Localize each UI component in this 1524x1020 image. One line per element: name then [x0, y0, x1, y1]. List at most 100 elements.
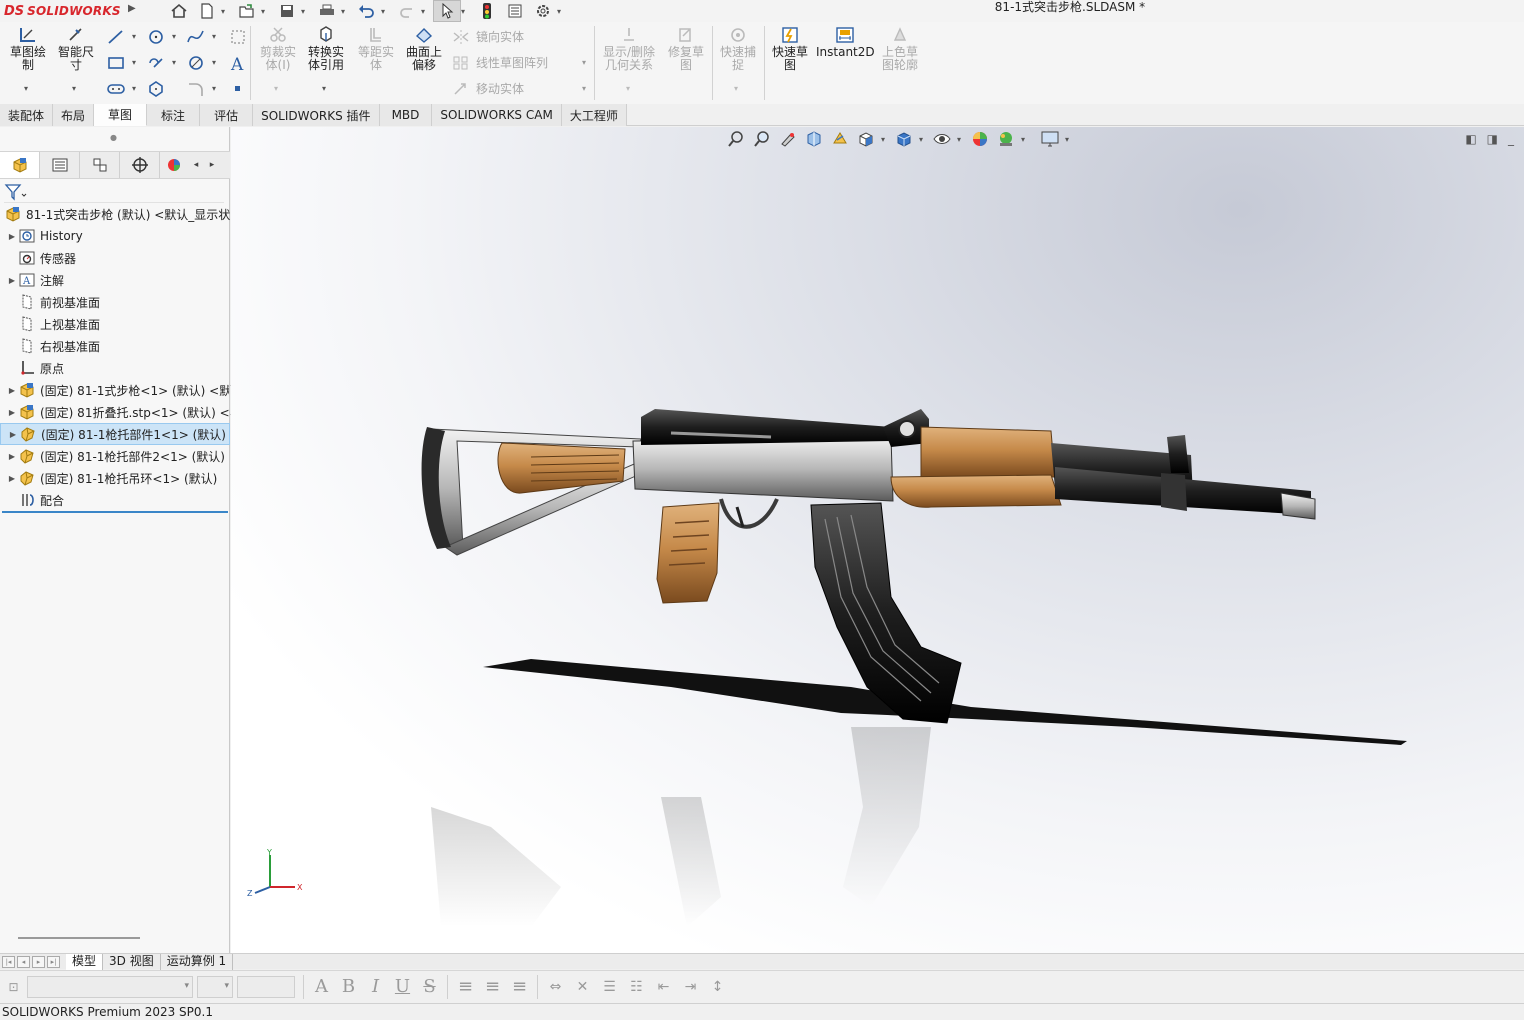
offset-on-surface-button[interactable]: 曲面上 偏移	[400, 26, 448, 72]
repair-sketch-button[interactable]: 修复草 图	[662, 26, 710, 72]
mirror-entities-button[interactable]: 镜向实体	[452, 28, 524, 45]
expand-arrow-icon[interactable]: ▶	[6, 474, 18, 483]
filter-icon[interactable]	[4, 183, 28, 201]
tab-3d-view[interactable]: 3D 视图	[103, 953, 161, 970]
slot-tool-icon[interactable]	[146, 54, 166, 72]
next-tab-icon[interactable]: ▸	[32, 955, 45, 968]
tab-big-engineer[interactable]: 大工程师	[561, 104, 627, 126]
instant2d-button[interactable]: Instant2D	[816, 26, 875, 59]
tab-markup[interactable]: 标注	[147, 104, 201, 126]
trim-entities-button[interactable]: 剪裁实 体(I)	[254, 26, 302, 72]
pattern-dropdown-icon[interactable]: ▾	[582, 58, 586, 67]
configuration-manager-tab-icon[interactable]	[80, 152, 120, 178]
convert-entities-button[interactable]: 转换实 体引用	[302, 26, 350, 72]
convert-dropdown-icon[interactable]: ▾	[322, 84, 326, 93]
strikethrough-icon[interactable]: S	[416, 975, 443, 999]
shaded-sketch-contours-button[interactable]: 上色草 图轮廓	[876, 26, 924, 72]
fit-text-icon[interactable]: ⇔	[542, 975, 569, 999]
line-spacing-icon[interactable]: ↕	[704, 975, 731, 999]
expand-arrow-icon[interactable]: ▶	[6, 408, 18, 417]
first-tab-icon[interactable]: |◂	[2, 955, 15, 968]
ellipse-dropdown-icon[interactable]: ▾	[212, 58, 216, 67]
tree-item[interactable]: 右视基准面	[0, 335, 230, 357]
reference-triad[interactable]: Y X Z	[245, 847, 305, 907]
tab-motion-study[interactable]: 运动算例 1	[161, 953, 234, 970]
text-style-icon[interactable]: ⊡	[0, 975, 27, 999]
italic-icon[interactable]: I	[362, 975, 389, 999]
trim-dropdown-icon[interactable]: ▾	[274, 84, 278, 93]
tab-mbd[interactable]: MBD	[379, 104, 433, 126]
tab-solidworks-addins[interactable]: SOLIDWORKS 插件	[253, 104, 380, 126]
spline-dropdown-icon[interactable]: ▾	[212, 32, 216, 41]
tree-item[interactable]: ▶ (固定) 81-1式步枪<1> (默认) <默	[0, 379, 230, 401]
move-entities-button[interactable]: 移动实体	[452, 80, 524, 97]
horizontal-scrollbar[interactable]	[18, 937, 140, 939]
expand-arrow-icon[interactable]: ▶	[6, 386, 18, 395]
tree-item[interactable]: 原点	[0, 357, 230, 379]
tree-item[interactable]: 前视基准面	[0, 291, 230, 313]
display-manager-tab-icon[interactable]	[160, 152, 188, 178]
snaps-dropdown-icon[interactable]: ▾	[734, 84, 738, 93]
symbol-library-icon[interactable]: ✕	[569, 975, 596, 999]
tabs-scroll-right-icon[interactable]: ▸	[204, 152, 220, 178]
tree-item[interactable]: ▶ (固定) 81折叠托.stp<1> (默认) <	[0, 401, 230, 423]
underline-icon[interactable]: U	[389, 975, 416, 999]
circle-dropdown-icon[interactable]: ▾	[172, 32, 176, 41]
point-tool-icon[interactable]	[228, 80, 248, 98]
tree-root-assembly[interactable]: 81-1式突击步枪 (默认) <默认_显示状	[0, 203, 230, 225]
line-height-field[interactable]	[237, 975, 295, 998]
fillet-tool-icon[interactable]	[186, 80, 206, 98]
expand-arrow-icon[interactable]: ▶	[6, 452, 18, 461]
feature-manager-tree-tab-icon[interactable]	[0, 152, 40, 178]
numbering-icon[interactable]: ☷	[623, 975, 650, 999]
tree-item[interactable]: ▶ History	[0, 225, 230, 247]
quick-snaps-button[interactable]: 快速捕 捉	[714, 26, 762, 72]
previous-tab-icon[interactable]: ◂	[17, 955, 30, 968]
sketch-button[interactable]: 草图绘 制	[4, 26, 52, 72]
line-tool-icon[interactable]	[106, 28, 126, 46]
smart-dimension-dropdown-icon[interactable]: ▾	[72, 84, 76, 93]
rapid-sketch-button[interactable]: 快速草 图	[766, 26, 814, 72]
tree-item[interactable]: ▶ (固定) 81-1枪托部件2<1> (默认)	[0, 445, 230, 467]
decrease-indent-icon[interactable]: ⇤	[650, 975, 677, 999]
tree-item[interactable]: 传感器	[0, 247, 230, 269]
tree-item[interactable]: ▶ A 注解	[0, 269, 230, 291]
tab-solidworks-cam[interactable]: SOLIDWORKS CAM	[432, 104, 562, 126]
rollback-bar[interactable]	[2, 511, 228, 513]
panel-collapse-handle-icon[interactable]: ●	[110, 133, 117, 142]
align-right-icon[interactable]: ≡	[506, 975, 533, 999]
rifle-3d-model[interactable]	[231, 127, 1524, 953]
construction-geometry-icon[interactable]	[228, 28, 248, 46]
rectangle-dropdown-icon[interactable]: ▾	[132, 58, 136, 67]
align-center-icon[interactable]: ≡	[479, 975, 506, 999]
font-family-select[interactable]: ▾	[27, 975, 193, 998]
tree-item[interactable]: ▶ (固定) 81-1枪托部件1<1> (默认)	[0, 423, 230, 445]
tree-item[interactable]: 配合	[0, 489, 230, 511]
tab-layout[interactable]: 布局	[53, 104, 95, 126]
increase-indent-icon[interactable]: ⇥	[677, 975, 704, 999]
tree-item[interactable]: ▶ (固定) 81-1枪托吊环<1> (默认)	[0, 467, 230, 489]
tab-assembly[interactable]: 装配体	[0, 104, 54, 126]
fillet-dropdown-icon[interactable]: ▾	[212, 84, 216, 93]
ellipse-tool-icon[interactable]	[186, 54, 206, 72]
relations-dropdown-icon[interactable]: ▾	[626, 84, 630, 93]
property-manager-tab-icon[interactable]	[40, 152, 80, 178]
font-color-icon[interactable]: A	[308, 975, 335, 999]
last-tab-icon[interactable]: ▸|	[47, 955, 60, 968]
linear-pattern-button[interactable]: 线性草图阵列	[452, 54, 548, 71]
tab-model[interactable]: 模型	[66, 953, 104, 970]
dimxpert-manager-tab-icon[interactable]	[120, 152, 160, 178]
polygon-tool-icon[interactable]	[146, 80, 166, 98]
rectangle-tool-icon[interactable]	[106, 54, 126, 72]
tabs-scroll-left-icon[interactable]: ◂	[188, 152, 204, 178]
expand-arrow-icon[interactable]: ▶	[7, 430, 19, 439]
graphics-area[interactable]: ▾ ▾ ▾ ▾ ▾ ◧ ◨ _ Y X Z	[231, 127, 1524, 953]
bullets-icon[interactable]: ☰	[596, 975, 623, 999]
sketch-dropdown-icon[interactable]: ▾	[24, 84, 28, 93]
tree-filter[interactable]	[4, 181, 224, 203]
tab-evaluate[interactable]: 评估	[200, 104, 254, 126]
text-tool-icon[interactable]: A	[228, 54, 248, 72]
expand-arrow-icon[interactable]: ▶	[6, 232, 18, 241]
line-dropdown-icon[interactable]: ▾	[132, 32, 136, 41]
arc-dropdown-icon[interactable]: ▾	[172, 58, 176, 67]
